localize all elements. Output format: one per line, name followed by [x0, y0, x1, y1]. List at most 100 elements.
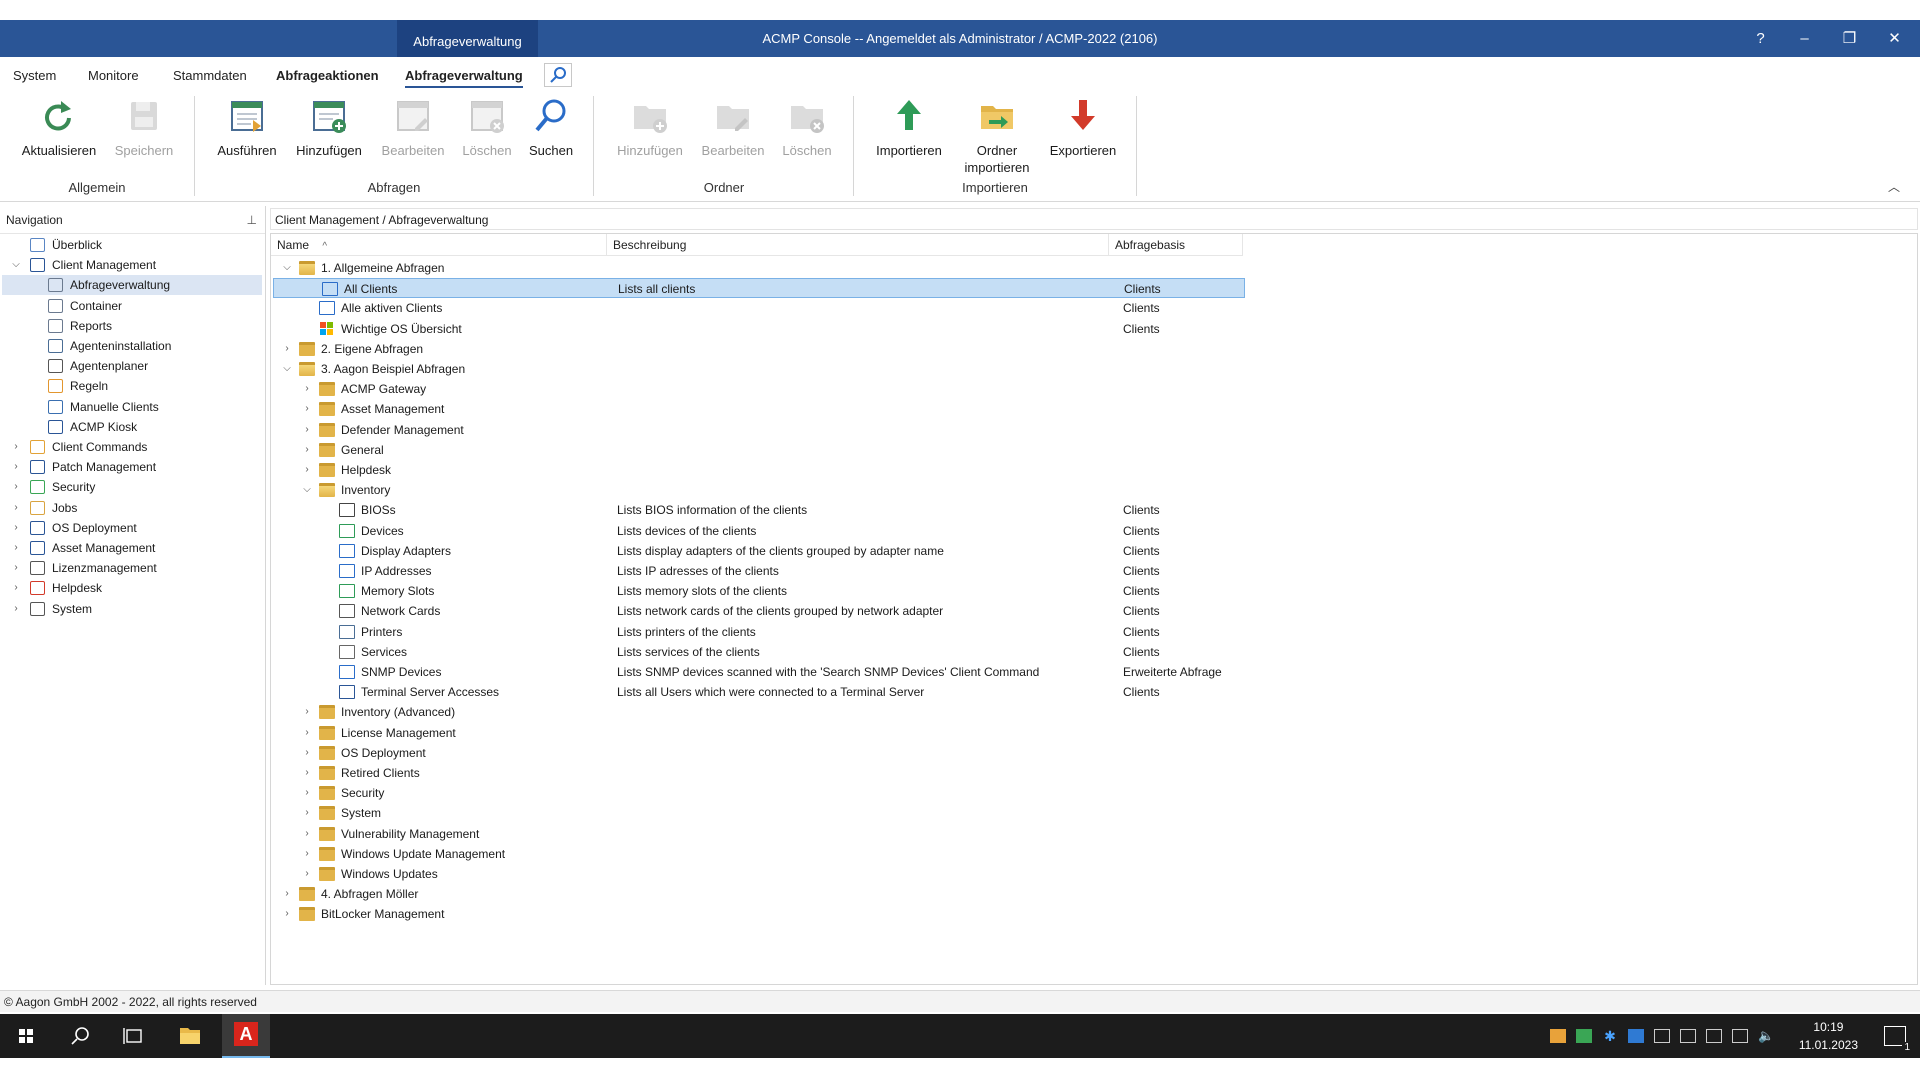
- expand-chevron-icon[interactable]: ›: [301, 743, 313, 763]
- nav-item-system[interactable]: › System: [2, 599, 262, 619]
- expand-chevron-icon[interactable]: ›: [301, 864, 313, 884]
- speichern-button[interactable]: Speichern: [108, 96, 180, 159]
- usb-icon[interactable]: [1680, 1029, 1696, 1043]
- nav-item-patch-management[interactable]: › Patch Management: [2, 457, 262, 477]
- nav-item-asset-management[interactable]: › Asset Management: [2, 538, 262, 558]
- shield-tray-icon[interactable]: [1628, 1029, 1644, 1043]
- pin-icon[interactable]: ⊥: [247, 206, 257, 234]
- expand-chevron-icon[interactable]: ›: [10, 558, 22, 578]
- tree-query-row[interactable]: Devices Lists devices of the clients Clien…: [271, 521, 1271, 541]
- bearbeiten-button[interactable]: Bearbeiten: [376, 96, 450, 159]
- tree-query-row[interactable]: Memory Slots Lists memory slots of the cl…: [271, 581, 1271, 601]
- expand-chevron-icon[interactable]: ›: [281, 339, 293, 359]
- tree-folder-row[interactable]: › 2. Eigene Abfragen: [271, 339, 1271, 359]
- collapse-chevron-icon[interactable]: ⌵: [281, 359, 293, 379]
- tab-abfrageaktionen[interactable]: Abfrageaktionen: [276, 68, 379, 83]
- expand-chevron-icon[interactable]: ›: [301, 399, 313, 419]
- nav-item-acmp-kiosk[interactable]: ACMP Kiosk: [2, 417, 262, 437]
- tree-folder-row[interactable]: › Vulnerability Management: [271, 824, 1271, 844]
- close-button[interactable]: ✕: [1872, 20, 1917, 57]
- tree-folder-row[interactable]: › Windows Updates: [271, 864, 1271, 884]
- tree-query-row[interactable]: Terminal Server Accesses Lists all Users …: [271, 682, 1271, 702]
- nav-item-lizenzmanagement[interactable]: › Lizenzmanagement: [2, 558, 262, 578]
- expand-chevron-icon[interactable]: ›: [10, 518, 22, 538]
- acmp-console-taskbar-button[interactable]: A: [222, 1014, 270, 1058]
- tree-query-row[interactable]: Alle aktiven Clients Clients: [271, 298, 1271, 318]
- keyboard-icon[interactable]: [1706, 1029, 1722, 1043]
- tree-folder-row[interactable]: › 4. Abfragen Möller: [271, 884, 1271, 904]
- task-view-button[interactable]: [110, 1014, 158, 1058]
- collapse-chevron-icon[interactable]: ⌵: [10, 255, 22, 275]
- importieren-button[interactable]: Importieren: [872, 96, 946, 159]
- suchen-button[interactable]: Suchen: [524, 96, 578, 159]
- expand-chevron-icon[interactable]: ›: [301, 460, 313, 480]
- ordner-bearbeiten-button[interactable]: Bearbeiten: [696, 96, 770, 159]
- expand-chevron-icon[interactable]: ›: [301, 420, 313, 440]
- tree-folder-row[interactable]: › General: [271, 440, 1271, 460]
- puzzle-icon[interactable]: [1576, 1029, 1592, 1043]
- tree-folder-row[interactable]: › Retired Clients: [271, 763, 1271, 783]
- nav-item-client-management[interactable]: ⌵ Client Management: [2, 255, 262, 275]
- nav-item-überblick[interactable]: Überblick: [2, 235, 262, 255]
- expand-chevron-icon[interactable]: ›: [301, 379, 313, 399]
- tree-folder-row[interactable]: › OS Deployment: [271, 743, 1271, 763]
- tray-app-icon[interactable]: [1550, 1029, 1566, 1043]
- hinzufuegen-button[interactable]: Hinzufügen: [290, 96, 368, 159]
- ordner-hinzufuegen-button[interactable]: Hinzufügen: [612, 96, 688, 159]
- volume-muted-icon[interactable]: 🔈: [1758, 1029, 1774, 1043]
- expand-chevron-icon[interactable]: ›: [281, 884, 293, 904]
- nav-item-container[interactable]: Container: [2, 296, 262, 316]
- tree-folder-row[interactable]: › License Management: [271, 723, 1271, 743]
- column-header-name[interactable]: Name ^: [271, 234, 607, 256]
- tree-query-row[interactable]: SNMP Devices Lists SNMP devices scanned w…: [271, 662, 1271, 682]
- nav-item-manuelle-clients[interactable]: Manuelle Clients: [2, 397, 262, 417]
- tree-folder-row[interactable]: ⌵ 3. Aagon Beispiel Abfragen: [271, 359, 1271, 379]
- expand-chevron-icon[interactable]: ›: [10, 477, 22, 497]
- tree-folder-row[interactable]: ⌵ 1. Allgemeine Abfragen: [271, 258, 1271, 278]
- bluetooth-icon[interactable]: ✱: [1602, 1029, 1618, 1043]
- expand-chevron-icon[interactable]: ›: [301, 723, 313, 743]
- tab-monitore[interactable]: Monitore: [88, 68, 139, 83]
- tree-folder-row[interactable]: › Windows Update Management: [271, 844, 1271, 864]
- tree-folder-row[interactable]: ⌵ Inventory: [271, 480, 1271, 500]
- expand-chevron-icon[interactable]: ›: [301, 763, 313, 783]
- tree-folder-row[interactable]: › Helpdesk: [271, 460, 1271, 480]
- tree-query-row[interactable]: Display Adapters Lists display adapters o…: [271, 541, 1271, 561]
- network-tray-icon[interactable]: [1654, 1029, 1670, 1043]
- expand-chevron-icon[interactable]: ›: [301, 440, 313, 460]
- tab-abfrageverwaltung[interactable]: Abfrageverwaltung: [405, 68, 523, 88]
- ordner-loeschen-button[interactable]: Löschen: [776, 96, 838, 159]
- tree-folder-row[interactable]: › Inventory (Advanced): [271, 702, 1271, 722]
- minimize-button[interactable]: –: [1782, 20, 1827, 57]
- taskbar-search-button[interactable]: [56, 1014, 104, 1058]
- display-icon[interactable]: [1732, 1029, 1748, 1043]
- expand-chevron-icon[interactable]: ›: [301, 844, 313, 864]
- nav-item-client-commands[interactable]: › Client Commands: [2, 437, 262, 457]
- expand-chevron-icon[interactable]: ›: [10, 578, 22, 598]
- expand-chevron-icon[interactable]: ›: [10, 599, 22, 619]
- start-button[interactable]: [2, 1014, 50, 1058]
- tree-query-row[interactable]: Services Lists services of the clients Cli…: [271, 642, 1271, 662]
- column-header-abfragebasis[interactable]: Abfragebasis: [1109, 234, 1243, 256]
- nav-item-agenteninstallation[interactable]: Agenteninstallation: [2, 336, 262, 356]
- expand-chevron-icon[interactable]: ›: [10, 437, 22, 457]
- file-explorer-button[interactable]: [166, 1014, 214, 1058]
- column-header-beschreibung[interactable]: Beschreibung: [607, 234, 1109, 256]
- tree-folder-row[interactable]: › ACMP Gateway: [271, 379, 1271, 399]
- ribbon-search-button[interactable]: [544, 63, 572, 87]
- nav-item-jobs[interactable]: › Jobs: [2, 498, 262, 518]
- tree-query-row[interactable]: BIOSs Lists BIOS information of the clien…: [271, 500, 1271, 520]
- nav-item-agentenplaner[interactable]: Agentenplaner: [2, 356, 262, 376]
- notification-center-button[interactable]: 1: [1884, 1026, 1912, 1053]
- tree-query-row[interactable]: Network Cards Lists network cards of the …: [271, 601, 1271, 621]
- ausfuehren-button[interactable]: Ausführen: [212, 96, 282, 159]
- tree-folder-row[interactable]: › System: [271, 803, 1271, 823]
- expand-chevron-icon[interactable]: ›: [281, 904, 293, 924]
- expand-chevron-icon[interactable]: ›: [301, 824, 313, 844]
- nav-item-regeln[interactable]: Regeln: [2, 376, 262, 396]
- collapse-chevron-icon[interactable]: ⌵: [301, 480, 313, 500]
- help-button[interactable]: ?: [1738, 20, 1783, 57]
- nav-item-security[interactable]: › Security: [2, 477, 262, 497]
- expand-chevron-icon[interactable]: ›: [10, 538, 22, 558]
- expand-chevron-icon[interactable]: ›: [301, 702, 313, 722]
